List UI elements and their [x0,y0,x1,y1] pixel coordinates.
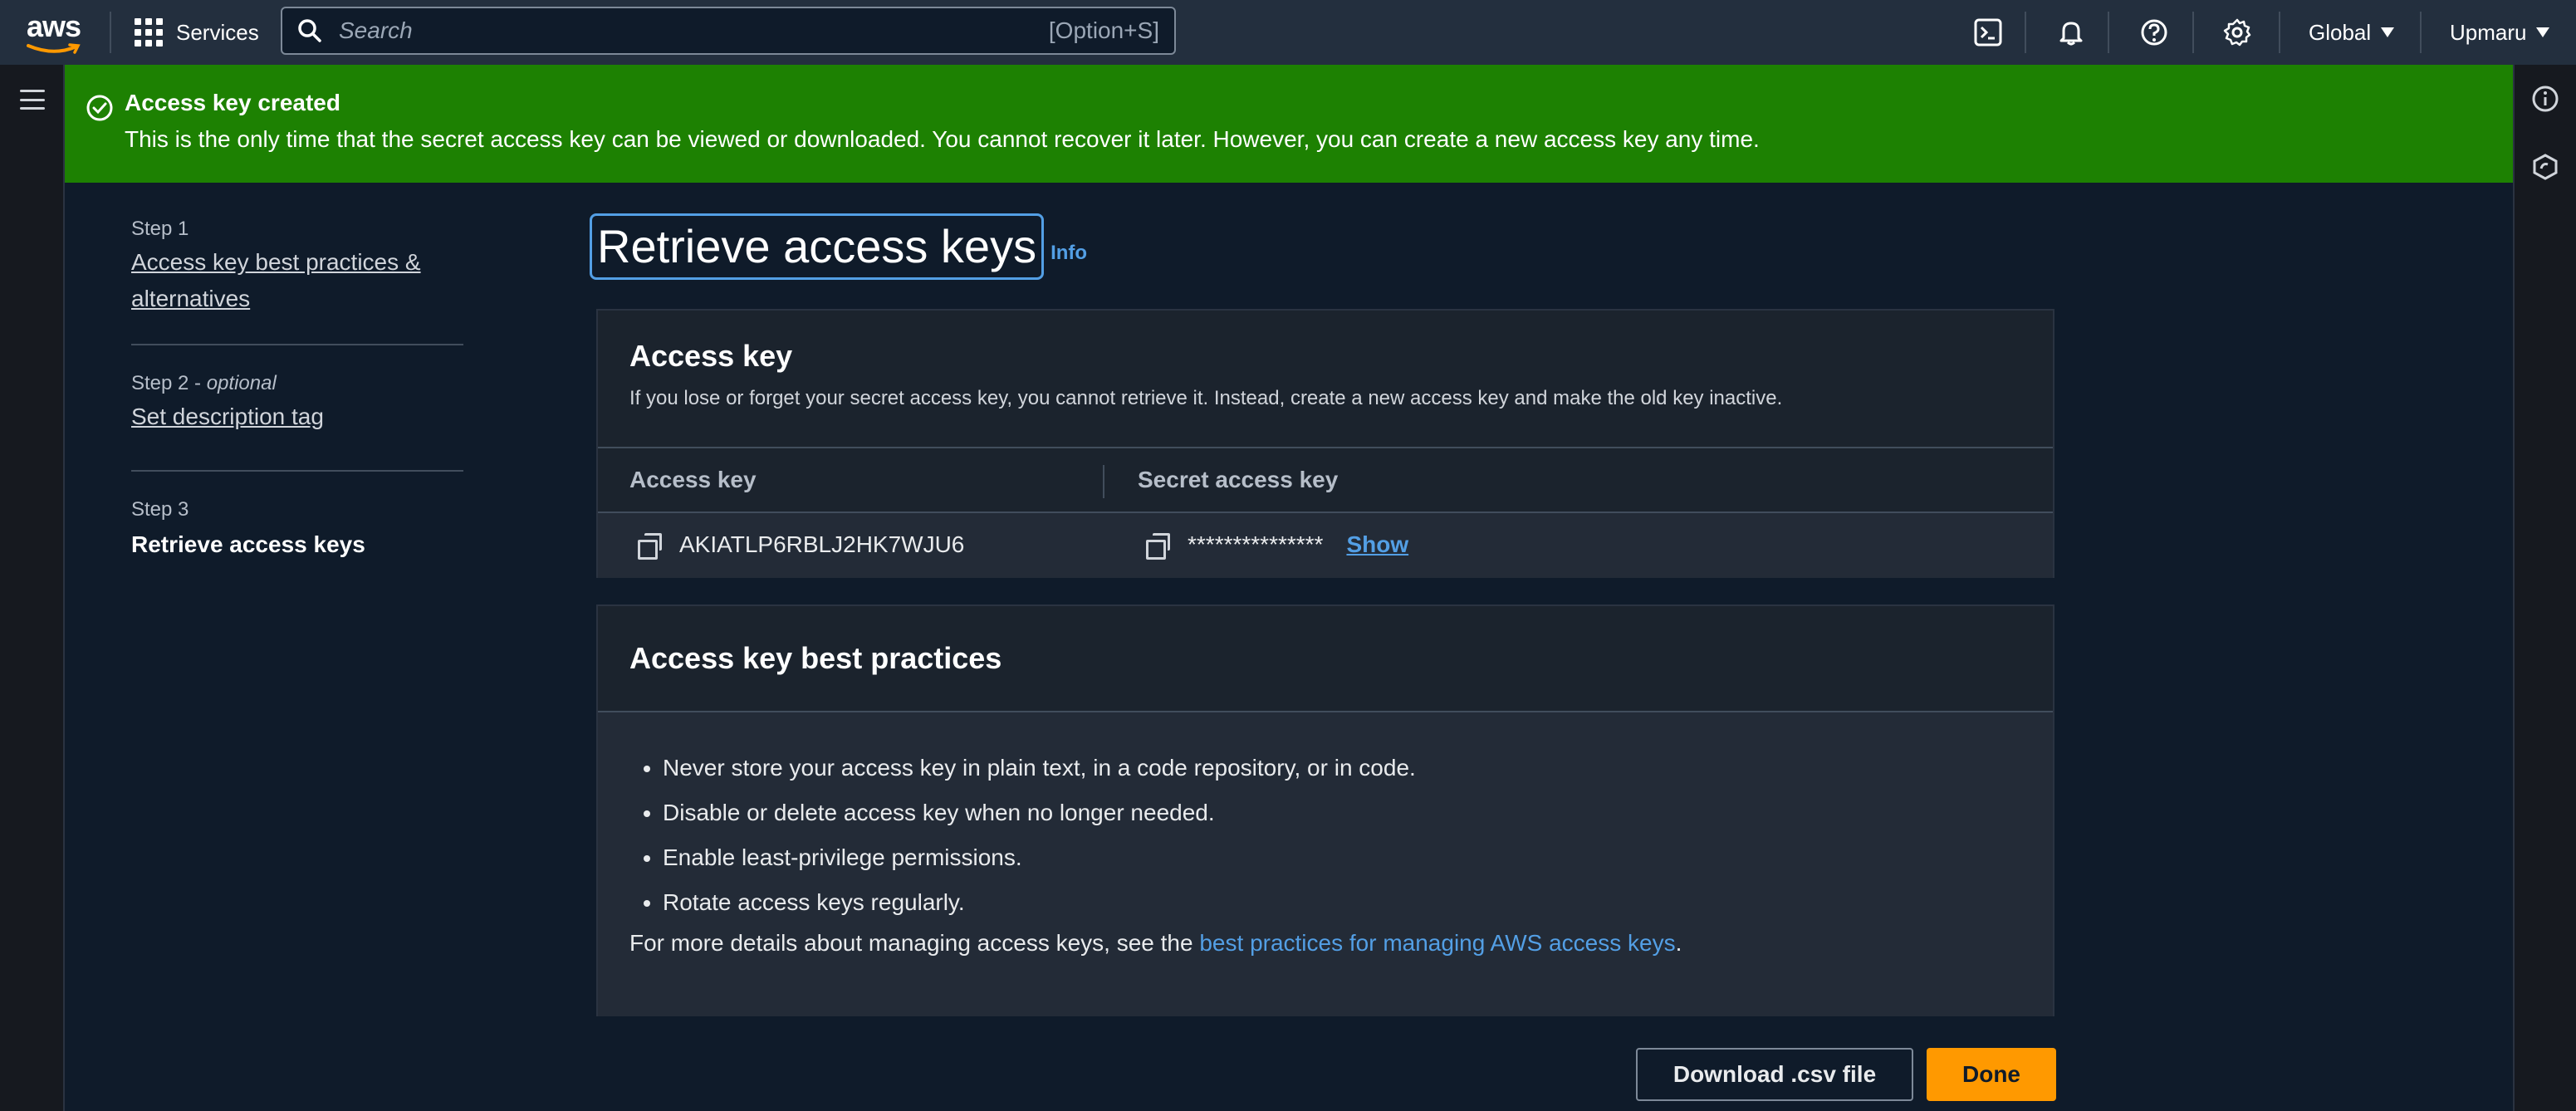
nav-divider [2108,12,2109,53]
nav-divider [2420,12,2422,53]
step-link-description-tag[interactable]: Set description tag [131,399,463,435]
region-selector[interactable]: Global [2309,17,2395,48]
search-input[interactable] [337,17,1049,45]
page-title: Retrieve access keys [590,213,1045,280]
secret-key-masked: *************** [1188,531,1324,557]
access-key-cell: AKIATLP6RBLJ2HK7WJU6 [638,531,965,560]
wizard-steps: Step 1 Access key best practices & alter… [131,216,463,558]
done-button[interactable]: Done [1927,1048,2056,1101]
aws-logo[interactable]: aws [27,10,85,55]
caret-down-icon [2536,27,2550,37]
show-secret-link[interactable]: Show [1346,531,1408,558]
best-practices-list: Never store your access key in plain tex… [629,746,1416,925]
hexagon-tool-icon[interactable] [2531,153,2559,185]
nav-divider [2192,12,2194,53]
info-panel-icon[interactable] [2531,85,2559,117]
region-label: Global [2309,19,2372,45]
step-link-best-practices[interactable]: Access key best practices & alternatives [131,244,463,317]
flash-title: Access key created [125,90,340,115]
left-navigation-rail [0,65,65,1111]
wizard-step-1: Step 1 Access key best practices & alter… [131,216,463,344]
success-flash-banner: Access key created This is the only time… [65,65,2513,183]
best-practices-panel: Access key best practices Never store yo… [596,604,2054,1016]
cloudshell-icon[interactable] [1970,14,2006,51]
step-optional-label: optional [206,372,277,394]
settings-gear-icon[interactable] [2219,14,2255,51]
download-csv-button[interactable]: Download .csv file [1636,1048,1913,1101]
more-details-note: For more details about managing access k… [629,930,1682,956]
wizard-step-3: Step 3 Retrieve access keys [131,472,463,558]
info-link[interactable]: Info [1050,242,1087,265]
table-row: AKIATLP6RBLJ2HK7WJU6 *************** Sho… [598,511,2053,578]
nav-divider [110,12,111,53]
panel-title: Access key [629,339,793,373]
success-check-icon [86,95,113,121]
nav-divider [2279,12,2280,53]
best-practices-link[interactable]: best practices for managing AWS access k… [1199,930,1675,956]
account-menu[interactable]: Upmaru [2450,17,2550,48]
search-bar[interactable]: [Option+S] [281,7,1176,55]
panel-body: Never store your access key in plain tex… [598,712,2053,1016]
page-header: Retrieve access keys Info [590,213,1087,281]
step-number: Step 2 - optional [131,372,277,394]
panel-header: Access key best practices [598,606,2053,712]
panel-description: If you lose or forget your secret access… [629,387,1783,409]
caret-down-icon [2381,27,2395,37]
aws-logo-text: aws [27,9,81,43]
access-key-panel: Access key If you lose or forget your se… [596,309,2054,578]
panel-title: Access key best practices [629,641,1002,675]
list-item: Disable or delete access key when no lon… [663,790,1416,835]
account-label: Upmaru [2450,19,2527,45]
step-number: Step 3 [131,498,189,521]
copy-icon[interactable] [638,533,662,560]
wizard-step-2: Step 2 - optional Set description tag [131,345,463,470]
secret-key-cell: *************** Show [1146,531,1408,560]
list-item: Rotate access keys regularly. [663,880,1416,925]
step-number: Step 1 [131,218,189,240]
main-content: Step 1 Access key best practices & alter… [65,183,2513,1111]
column-separator [1103,465,1104,498]
help-icon[interactable] [2136,14,2172,51]
list-item: Never store your access key in plain tex… [663,746,1416,790]
table-header: Access key Secret access key [598,447,2053,511]
services-label: Services [176,19,259,45]
right-tools-rail [2513,65,2576,1111]
notifications-bell-icon[interactable] [2053,14,2089,51]
menu-hamburger-icon[interactable] [20,90,45,110]
column-header-access-key: Access key [629,467,757,492]
search-shortcut-hint: [Option+S] [1048,17,1159,43]
copy-icon[interactable] [1146,533,1170,560]
access-key-value: AKIATLP6RBLJ2HK7WJU6 [679,531,965,557]
smile-arrow-icon [27,43,81,54]
top-navigation: aws Services [Option+S] Global [0,0,2576,65]
nav-divider [2025,12,2026,53]
step-current-label: Retrieve access keys [131,531,365,557]
services-menu-button[interactable]: Services [135,13,259,51]
list-item: Enable least-privilege permissions. [663,835,1416,880]
app-grid-icon [135,18,163,46]
search-icon [298,19,321,42]
column-header-secret-key: Secret access key [1138,467,1339,492]
flash-message: This is the only time that the secret ac… [125,126,1760,152]
